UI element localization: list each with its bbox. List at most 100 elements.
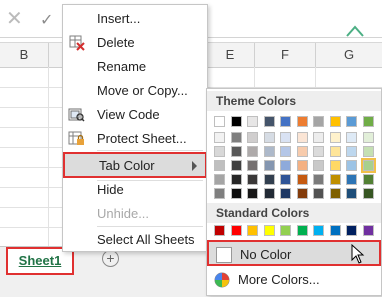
theme-color-swatch[interactable] bbox=[329, 160, 341, 171]
sheet-context-menu: Insert... Delete Rename Move or Copy... … bbox=[62, 4, 208, 252]
theme-color-swatch[interactable] bbox=[263, 116, 275, 127]
column-header-b[interactable]: B bbox=[0, 43, 49, 67]
theme-color-swatch[interactable] bbox=[214, 146, 225, 157]
delete-sheet-icon bbox=[69, 35, 85, 51]
standard-color-swatch[interactable] bbox=[313, 225, 324, 236]
theme-color-swatch[interactable] bbox=[230, 188, 242, 199]
menu-item-view-code[interactable]: View Code bbox=[63, 103, 207, 127]
menu-item-protect-sheet[interactable]: Protect Sheet... bbox=[63, 127, 207, 151]
theme-color-swatch[interactable] bbox=[362, 116, 374, 127]
mouse-pointer-icon bbox=[351, 244, 365, 264]
theme-color-swatch[interactable] bbox=[247, 174, 258, 185]
standard-color-swatch[interactable] bbox=[230, 225, 242, 236]
theme-color-swatch[interactable] bbox=[247, 146, 258, 157]
theme-color-swatch[interactable] bbox=[263, 132, 275, 143]
theme-color-swatch[interactable] bbox=[247, 116, 258, 127]
view-code-icon bbox=[68, 108, 85, 122]
theme-color-swatch[interactable] bbox=[230, 146, 242, 157]
theme-color-swatch[interactable] bbox=[214, 174, 225, 185]
standard-color-swatch[interactable] bbox=[247, 225, 258, 236]
theme-color-swatch[interactable] bbox=[296, 146, 308, 157]
theme-color-swatch[interactable] bbox=[214, 132, 225, 143]
tab-color-panel: Theme Colors Standard Colors No Color Mo… bbox=[206, 88, 382, 296]
expand-formula-bar-icon[interactable] bbox=[345, 24, 365, 38]
enter-entry-icon[interactable]: ✓ bbox=[40, 10, 53, 30]
menu-item-insert[interactable]: Insert... bbox=[63, 7, 207, 31]
theme-color-swatch[interactable] bbox=[263, 188, 275, 199]
column-header-f[interactable]: F bbox=[255, 43, 316, 67]
theme-color-swatch[interactable] bbox=[280, 160, 291, 171]
theme-color-swatch[interactable] bbox=[280, 132, 291, 143]
standard-color-swatch[interactable] bbox=[362, 225, 374, 236]
theme-color-swatch[interactable] bbox=[329, 174, 341, 185]
theme-color-swatch[interactable] bbox=[313, 116, 324, 127]
menu-item-hide[interactable]: Hide bbox=[63, 178, 207, 202]
theme-color-swatch[interactable] bbox=[280, 116, 291, 127]
theme-color-swatch[interactable] bbox=[214, 116, 225, 127]
theme-color-swatch[interactable] bbox=[230, 132, 242, 143]
theme-color-swatch[interactable] bbox=[362, 146, 374, 157]
theme-color-swatch[interactable] bbox=[329, 188, 341, 199]
theme-color-swatch[interactable] bbox=[346, 116, 357, 127]
theme-color-swatch[interactable] bbox=[230, 116, 242, 127]
cancel-entry-icon[interactable]: ✕ bbox=[6, 6, 23, 31]
theme-color-swatch[interactable] bbox=[263, 160, 275, 171]
theme-color-swatch[interactable] bbox=[313, 132, 324, 143]
menu-item-label: Delete bbox=[97, 35, 135, 50]
theme-color-swatch[interactable] bbox=[346, 132, 357, 143]
theme-color-swatch[interactable] bbox=[360, 158, 376, 173]
theme-color-swatch[interactable] bbox=[214, 188, 225, 199]
column-header-g[interactable]: G bbox=[316, 43, 382, 67]
menu-item-select-all-sheets[interactable]: Select All Sheets bbox=[63, 228, 207, 252]
theme-color-swatch[interactable] bbox=[280, 174, 291, 185]
standard-color-swatch[interactable] bbox=[263, 225, 275, 236]
theme-color-swatch[interactable] bbox=[247, 160, 258, 171]
theme-color-swatch[interactable] bbox=[296, 188, 308, 199]
menu-item-label: Rename bbox=[97, 59, 147, 74]
theme-color-swatch[interactable] bbox=[247, 132, 258, 143]
theme-color-swatch[interactable] bbox=[296, 160, 308, 171]
theme-color-swatch[interactable] bbox=[280, 146, 291, 157]
theme-color-swatch[interactable] bbox=[263, 174, 275, 185]
theme-color-swatch[interactable] bbox=[346, 160, 357, 171]
theme-color-swatch[interactable] bbox=[346, 146, 357, 157]
theme-color-swatch[interactable] bbox=[362, 188, 374, 199]
theme-color-swatch[interactable] bbox=[263, 146, 275, 157]
theme-color-swatch[interactable] bbox=[247, 188, 258, 199]
theme-color-swatch[interactable] bbox=[296, 174, 308, 185]
theme-color-swatch[interactable] bbox=[329, 116, 341, 127]
theme-color-swatch[interactable] bbox=[313, 160, 324, 171]
standard-color-swatch[interactable] bbox=[296, 225, 308, 236]
no-color-option[interactable]: No Color bbox=[207, 240, 381, 266]
theme-color-swatch[interactable] bbox=[230, 160, 242, 171]
theme-color-swatch[interactable] bbox=[329, 146, 341, 157]
theme-color-swatch[interactable] bbox=[230, 174, 242, 185]
standard-color-swatch[interactable] bbox=[346, 225, 357, 236]
add-sheet-icon[interactable]: + bbox=[102, 250, 119, 267]
menu-item-delete[interactable]: Delete bbox=[63, 31, 207, 55]
no-color-label: No Color bbox=[240, 247, 292, 262]
standard-color-swatch[interactable] bbox=[329, 225, 341, 236]
theme-color-swatch[interactable] bbox=[346, 174, 357, 185]
standard-color-swatch[interactable] bbox=[280, 225, 291, 236]
more-colors-option[interactable]: More Colors... bbox=[207, 267, 381, 293]
more-colors-label: More Colors... bbox=[238, 272, 320, 287]
menu-item-rename[interactable]: Rename bbox=[63, 55, 207, 79]
theme-color-swatch[interactable] bbox=[313, 174, 324, 185]
theme-color-swatch[interactable] bbox=[296, 132, 308, 143]
theme-color-swatch[interactable] bbox=[280, 188, 291, 199]
theme-color-swatch[interactable] bbox=[214, 160, 225, 171]
theme-color-swatch[interactable] bbox=[346, 188, 357, 199]
menu-item-label: Select All Sheets bbox=[97, 232, 195, 247]
menu-item-tab-color[interactable]: Tab Color bbox=[63, 152, 207, 178]
menu-item-move-or-copy[interactable]: Move or Copy... bbox=[63, 79, 207, 103]
theme-color-swatch[interactable] bbox=[362, 174, 374, 185]
theme-color-swatch[interactable] bbox=[313, 188, 324, 199]
standard-colors-heading: Standard Colors bbox=[207, 203, 381, 223]
column-header-e[interactable]: E bbox=[206, 43, 255, 67]
theme-color-swatch[interactable] bbox=[362, 132, 374, 143]
theme-color-swatch[interactable] bbox=[329, 132, 341, 143]
standard-color-swatch[interactable] bbox=[214, 225, 225, 236]
theme-color-swatch[interactable] bbox=[313, 146, 324, 157]
theme-color-swatch[interactable] bbox=[296, 116, 308, 127]
